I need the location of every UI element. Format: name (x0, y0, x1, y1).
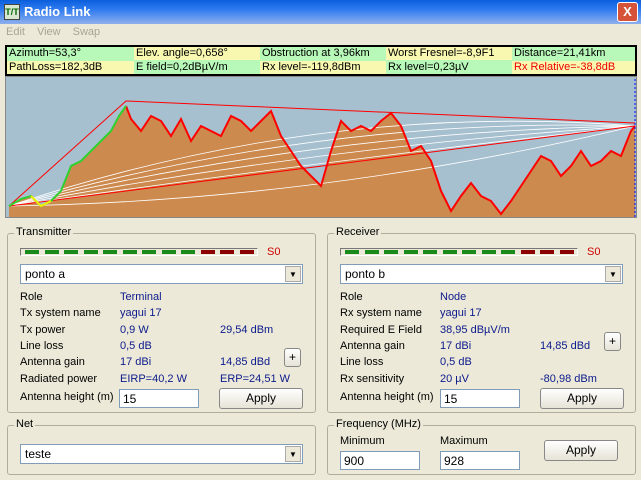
tx-antenna-height-input[interactable]: 15 (119, 389, 199, 408)
rx-level-dbm: Rx level=-119,8dBm (260, 61, 386, 74)
row-value: EIRP=40,2 W (120, 372, 187, 385)
net-group: Net teste ▼ (7, 418, 316, 475)
frequency-title: Frequency (MHz) (334, 418, 423, 430)
frequency-apply-button[interactable]: Apply (544, 440, 618, 461)
transmitter-title: Transmitter (14, 226, 74, 238)
rx-relative: Rx Relative=-38,8dB (512, 61, 635, 74)
elevation-angle: Elev. angle=0,658° (134, 47, 260, 60)
row-label: Antenna gain (340, 339, 405, 352)
chevron-down-icon[interactable]: ▼ (285, 446, 301, 462)
row-value: 38,95 dBµV/m (440, 323, 510, 336)
row-value: Node (440, 291, 467, 303)
menu-bar: Edit View Swap (0, 26, 106, 42)
close-button[interactable]: X (617, 2, 638, 22)
receiver-group: Receiver S0 ponto b ▼ Role Node Rx system n… (327, 226, 636, 413)
obstruction: Obstruction at 3,96km (260, 47, 386, 60)
tx-s-level: S0 (267, 246, 281, 258)
max-frequency-input[interactable]: 928 (440, 451, 520, 470)
row-value-secondary: ERP=24,51 W (220, 372, 291, 385)
row-label: Tx power (20, 323, 66, 336)
receiver-title: Receiver (334, 226, 382, 238)
worst-fresnel: Worst Fresnel=-8,9F1 (386, 47, 512, 60)
row-value-secondary: 14,85 dBd (220, 356, 271, 369)
menu-swap[interactable]: Swap (73, 26, 101, 38)
e-field: E field=0,2dBµV/m (134, 61, 260, 74)
row-value-secondary: -80,98 dBm (540, 372, 597, 385)
row-label: Antenna gain (20, 356, 85, 369)
tx-height-label: Antenna height (m) (20, 391, 114, 403)
menu-view[interactable]: View (37, 26, 61, 38)
rx-antenna-height-input[interactable]: 15 (440, 389, 520, 408)
row-label: Rx system name (340, 307, 422, 320)
azimuth: Azimuth=53,3° (7, 47, 134, 60)
row-label: Role (340, 291, 363, 303)
min-frequency-label: Minimum (340, 435, 385, 447)
row-value-secondary: 29,54 dBm (220, 323, 274, 336)
row-value: 0,5 dB (440, 356, 472, 369)
link-info-panel: Azimuth=53,3° Elev. angle=0,658° Obstruc… (5, 45, 637, 76)
row-value: yagui 17 (440, 307, 482, 320)
distance: Distance=21,41km (512, 47, 635, 60)
title-bar: T/T Radio Link X (0, 0, 641, 24)
path-loss: PathLoss=182,3dB (7, 61, 134, 74)
window-title: Radio Link (24, 4, 91, 19)
row-value: 0,9 W (120, 323, 149, 336)
row-value: 17 dBi (440, 339, 472, 352)
row-label: Radiated power (20, 372, 98, 385)
menu-edit[interactable]: Edit (6, 26, 25, 38)
net-select[interactable]: teste ▼ (20, 444, 303, 464)
row-label: Line loss (20, 339, 64, 352)
row-label: Required E Field (340, 323, 422, 336)
frequency-group: Frequency (MHz) Minimum Maximum 900 928 … (327, 418, 636, 475)
rx-signal-meter (340, 248, 578, 256)
chevron-down-icon[interactable]: ▼ (605, 266, 621, 282)
row-value-secondary: 14,85 dBd (540, 339, 591, 352)
rx-gain-plus-button[interactable]: + (604, 332, 621, 351)
rx-s-level: S0 (587, 246, 601, 258)
tx-apply-button[interactable]: Apply (219, 388, 303, 409)
max-frequency-label: Maximum (440, 435, 488, 447)
rx-level-uv: Rx level=0,23µV (386, 61, 512, 74)
tx-site-value: ponto a (25, 267, 66, 281)
rx-apply-button[interactable]: Apply (540, 388, 624, 409)
min-frequency-input[interactable]: 900 (340, 451, 420, 470)
tx-site-select[interactable]: ponto a ▼ (20, 264, 303, 284)
row-label: Rx sensitivity (340, 372, 405, 385)
net-title: Net (14, 418, 36, 430)
row-label: Line loss (340, 356, 384, 369)
terrain-fill (9, 106, 635, 217)
row-value: 17 dBi (120, 356, 152, 369)
tx-signal-meter (20, 248, 258, 256)
rx-height-label: Antenna height (m) (340, 391, 434, 403)
row-value: Terminal (120, 291, 162, 303)
rx-site-select[interactable]: ponto b ▼ (340, 264, 623, 284)
net-value: teste (25, 447, 52, 461)
row-value: 0,5 dB (120, 339, 152, 352)
row-value: yagui 17 (120, 307, 162, 320)
row-value: 20 µV (440, 372, 469, 385)
tx-gain-plus-button[interactable]: + (284, 348, 301, 367)
terrain-profile (5, 76, 637, 218)
chevron-down-icon[interactable]: ▼ (285, 266, 301, 282)
row-label: Role (20, 291, 43, 303)
app-icon: T/T (4, 4, 20, 20)
row-label: Tx system name (20, 307, 101, 320)
rx-site-value: ponto b (345, 267, 386, 281)
transmitter-group: Transmitter S0 ponto a ▼ Role Terminal Tx s… (7, 226, 316, 413)
